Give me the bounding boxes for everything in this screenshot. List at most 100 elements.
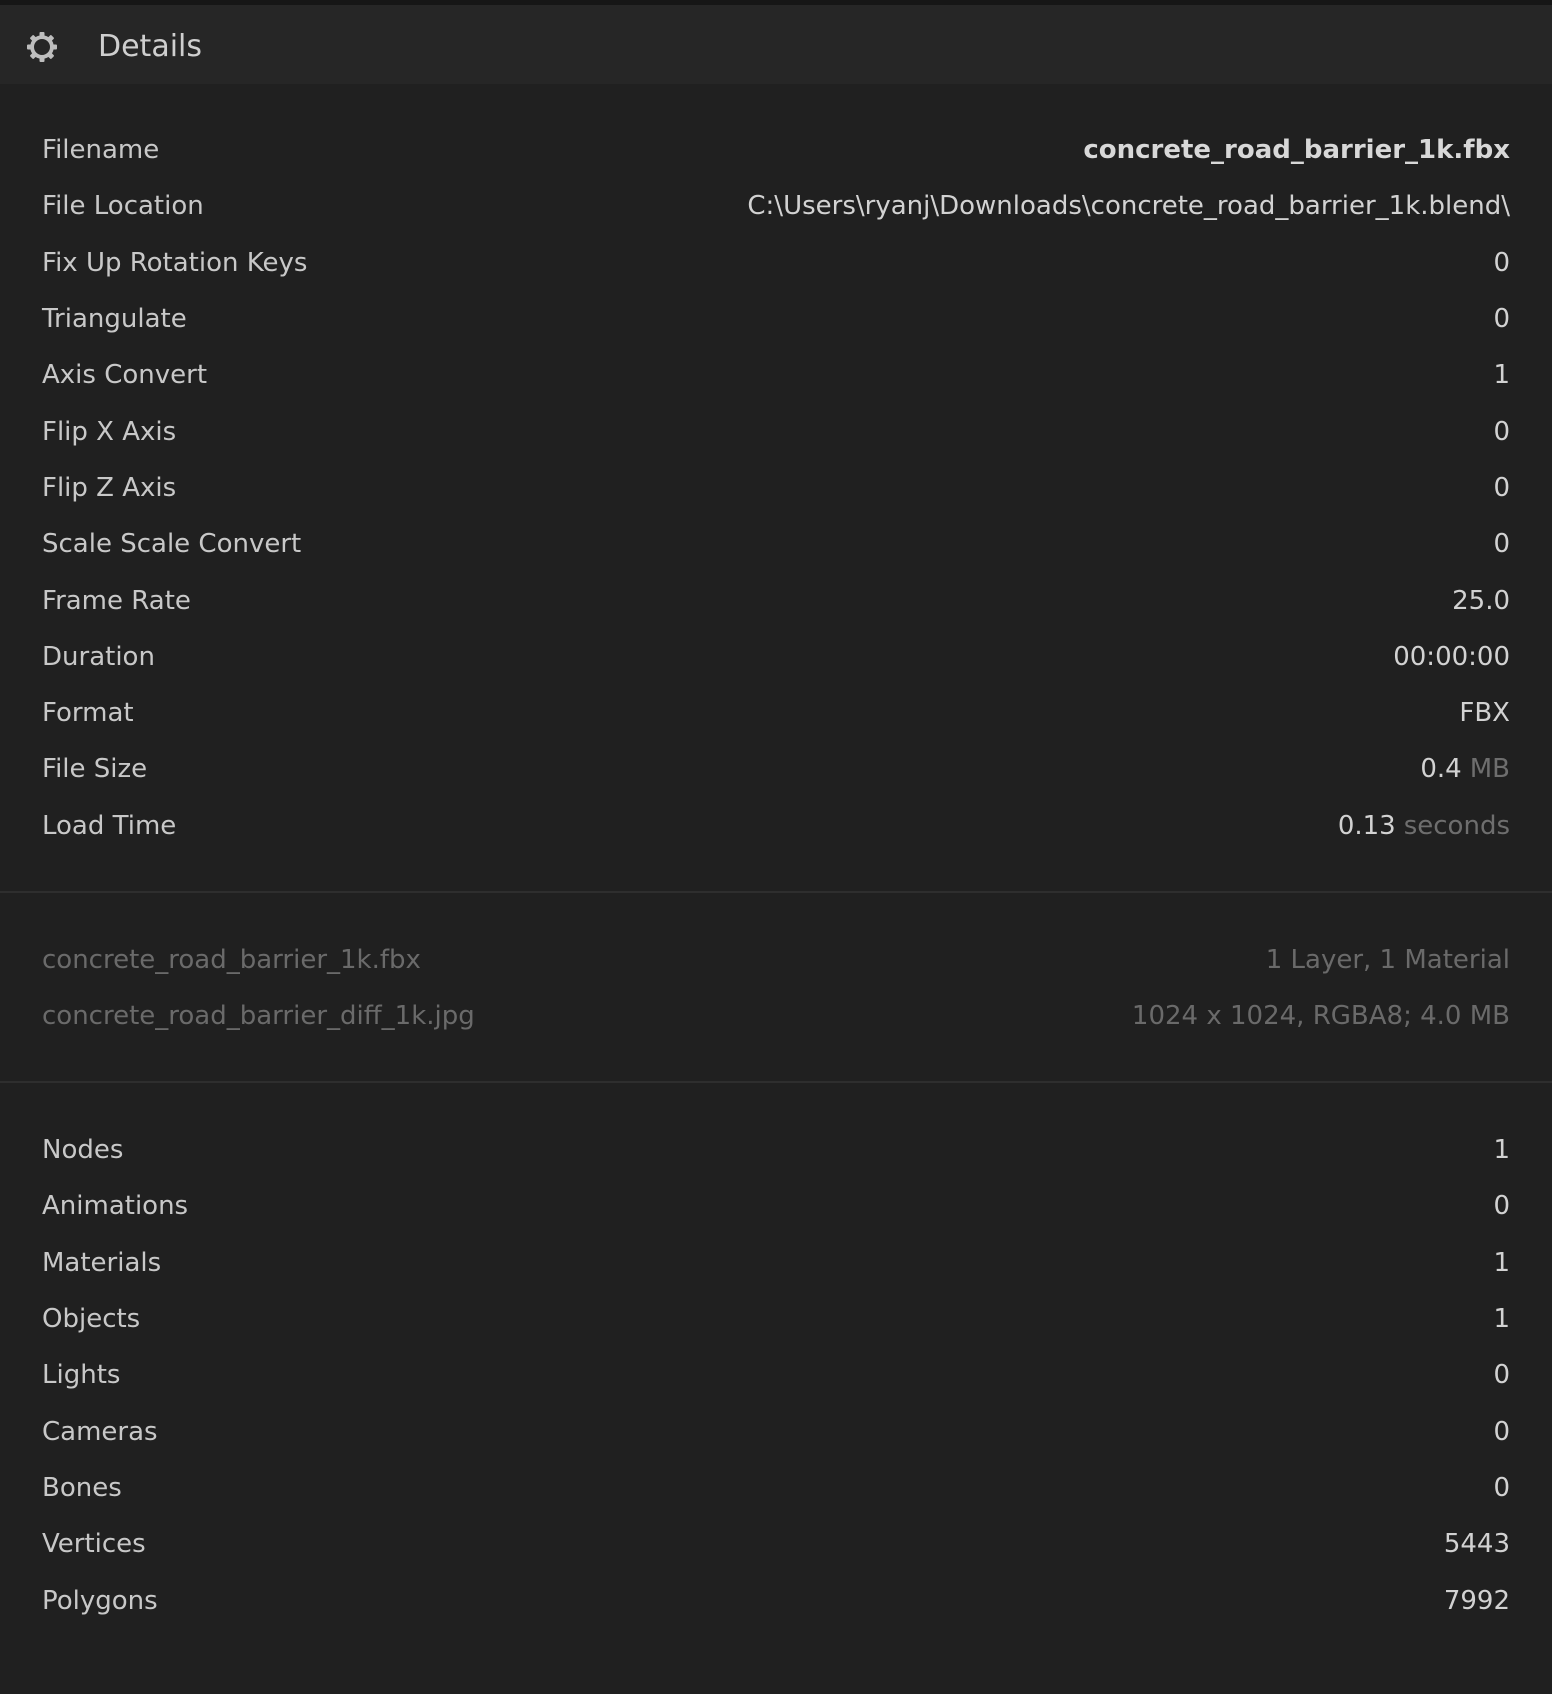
stats-section: Nodes 1 Animations 0 Materials 1 Objects 1 Light… bbox=[0, 1122, 1552, 1629]
property-row-frame-rate: Frame Rate 25.0 bbox=[42, 572, 1510, 628]
property-label: Triangulate bbox=[42, 304, 187, 335]
property-label: Frame Rate bbox=[42, 585, 191, 616]
property-row-load-time: Load Time 0.13 seconds bbox=[42, 798, 1510, 854]
stat-value-text: 0 bbox=[1493, 1191, 1510, 1222]
stat-value-text: 0 bbox=[1493, 1416, 1510, 1447]
property-value: 0 bbox=[1493, 248, 1510, 278]
property-label: Axis Convert bbox=[42, 360, 208, 391]
property-value: 0.4 MB bbox=[1420, 754, 1510, 784]
stat-row-lights: Lights 0 bbox=[42, 1347, 1510, 1403]
property-value-text: 25.0 bbox=[1452, 585, 1510, 616]
property-value-text: 0 bbox=[1493, 529, 1510, 560]
stat-value-text: 7992 bbox=[1443, 1585, 1510, 1616]
file-label: concrete_road_barrier_1k.fbx bbox=[42, 945, 421, 976]
property-row-fix-up-rotation-keys: Fix Up Rotation Keys 0 bbox=[42, 235, 1510, 291]
stat-value: 0 bbox=[1493, 1473, 1510, 1503]
stat-label: Cameras bbox=[42, 1416, 158, 1447]
property-value: FBX bbox=[1459, 698, 1510, 728]
stat-row-animations: Animations 0 bbox=[42, 1178, 1510, 1234]
property-row-file-location: File Location C:\Users\ryanj\Downloads\co… bbox=[42, 178, 1510, 234]
property-unit: seconds bbox=[1403, 810, 1510, 841]
property-row-file-size: File Size 0.4 MB bbox=[42, 741, 1510, 797]
file-value: 1024 x 1024, RGBA8; 4.0 MB bbox=[1132, 1001, 1510, 1031]
property-value-text: 0 bbox=[1493, 472, 1510, 503]
property-value: 0 bbox=[1493, 417, 1510, 447]
property-value: 25.0 bbox=[1452, 586, 1510, 616]
property-value-text: 0 bbox=[1493, 247, 1510, 278]
property-row-triangulate: Triangulate 0 bbox=[42, 291, 1510, 347]
stat-row-cameras: Cameras 0 bbox=[42, 1403, 1510, 1459]
panel-title: Details bbox=[98, 29, 203, 64]
stat-value-text: 5443 bbox=[1443, 1529, 1510, 1560]
gear-icon[interactable] bbox=[24, 29, 60, 65]
property-row-flip-x-axis: Flip X Axis 0 bbox=[42, 403, 1510, 459]
stat-value: 0 bbox=[1493, 1417, 1510, 1447]
property-row-flip-z-axis: Flip Z Axis 0 bbox=[42, 460, 1510, 516]
property-value-text: 1 bbox=[1493, 360, 1510, 391]
properties-section: Filename concrete_road_barrier_1k.fbx File… bbox=[0, 122, 1552, 854]
stat-label: Vertices bbox=[42, 1529, 146, 1560]
property-row-scale-scale-convert: Scale Scale Convert 0 bbox=[42, 516, 1510, 572]
property-value-text: 00:00:00 bbox=[1393, 641, 1510, 672]
property-unit: MB bbox=[1469, 754, 1510, 785]
property-row-filename: Filename concrete_road_barrier_1k.fbx bbox=[42, 122, 1510, 178]
property-value-text: 0.13 bbox=[1337, 810, 1396, 841]
property-label: Duration bbox=[42, 641, 155, 672]
property-row-axis-convert: Axis Convert 1 bbox=[42, 347, 1510, 403]
property-value-text: 0 bbox=[1493, 304, 1510, 335]
file-row-concrete-road-barrier-1k-fbx: concrete_road_barrier_1k.fbx 1 Layer, 1 M… bbox=[42, 932, 1510, 988]
stat-row-bones: Bones 0 bbox=[42, 1460, 1510, 1516]
stat-value-text: 0 bbox=[1493, 1360, 1510, 1391]
property-row-duration: Duration 00:00:00 bbox=[42, 629, 1510, 685]
property-value: concrete_road_barrier_1k.fbx bbox=[1083, 135, 1510, 165]
property-label: File Location bbox=[42, 191, 204, 222]
property-label: Load Time bbox=[42, 810, 177, 841]
stat-label: Animations bbox=[42, 1191, 189, 1222]
property-row-format: Format FBX bbox=[42, 685, 1510, 741]
stat-value: 5443 bbox=[1444, 1529, 1510, 1559]
file-label: concrete_road_barrier_diff_1k.jpg bbox=[42, 1001, 475, 1032]
stat-label: Bones bbox=[42, 1472, 122, 1503]
stat-value-text: 1 bbox=[1493, 1304, 1510, 1335]
property-value-text: FBX bbox=[1459, 698, 1510, 729]
stat-label: Lights bbox=[42, 1360, 121, 1391]
stat-value: 1 bbox=[1493, 1135, 1510, 1165]
section-divider bbox=[0, 891, 1552, 893]
property-label: Format bbox=[42, 698, 134, 729]
stat-row-objects: Objects 1 bbox=[42, 1291, 1510, 1347]
file-value-text: 1024 x 1024, RGBA8; 4.0 MB bbox=[1131, 1001, 1510, 1032]
stat-row-vertices: Vertices 5443 bbox=[42, 1516, 1510, 1572]
property-value-text: 0.4 bbox=[1420, 754, 1462, 785]
property-value: C:\Users\ryanj\Downloads\concrete_road_b… bbox=[747, 191, 1510, 221]
property-label: Fix Up Rotation Keys bbox=[42, 247, 308, 278]
stat-value: 1 bbox=[1493, 1248, 1510, 1278]
property-value: 0 bbox=[1493, 304, 1510, 334]
stat-row-materials: Materials 1 bbox=[42, 1235, 1510, 1291]
property-label: Scale Scale Convert bbox=[42, 529, 302, 560]
property-label: File Size bbox=[42, 754, 148, 785]
stat-value: 7992 bbox=[1444, 1586, 1510, 1616]
section-divider bbox=[0, 1081, 1552, 1083]
property-label: Filename bbox=[42, 135, 160, 166]
stat-value: 1 bbox=[1493, 1304, 1510, 1334]
details-header[interactable]: Details bbox=[0, 5, 1552, 84]
property-label: Flip Z Axis bbox=[42, 472, 177, 503]
stat-value-text: 1 bbox=[1493, 1247, 1510, 1278]
stat-value-text: 0 bbox=[1493, 1472, 1510, 1503]
property-value: 0 bbox=[1493, 473, 1510, 503]
stat-row-nodes: Nodes 1 bbox=[42, 1122, 1510, 1178]
stat-label: Polygons bbox=[42, 1585, 158, 1616]
property-value: 00:00:00 bbox=[1393, 642, 1510, 672]
file-value-text: 1 Layer, 1 Material bbox=[1265, 945, 1510, 976]
stat-value: 0 bbox=[1493, 1360, 1510, 1390]
files-section: concrete_road_barrier_1k.fbx 1 Layer, 1 M… bbox=[0, 932, 1552, 1045]
property-value: 0 bbox=[1493, 529, 1510, 559]
stat-label: Objects bbox=[42, 1304, 141, 1335]
property-value-text: 0 bbox=[1493, 416, 1510, 447]
stat-label: Materials bbox=[42, 1247, 162, 1278]
stat-value: 0 bbox=[1493, 1191, 1510, 1221]
property-value: 1 bbox=[1493, 360, 1510, 390]
stat-value-text: 1 bbox=[1493, 1135, 1510, 1166]
property-label: Flip X Axis bbox=[42, 416, 177, 447]
property-value-text: concrete_road_barrier_1k.fbx bbox=[1083, 135, 1510, 166]
